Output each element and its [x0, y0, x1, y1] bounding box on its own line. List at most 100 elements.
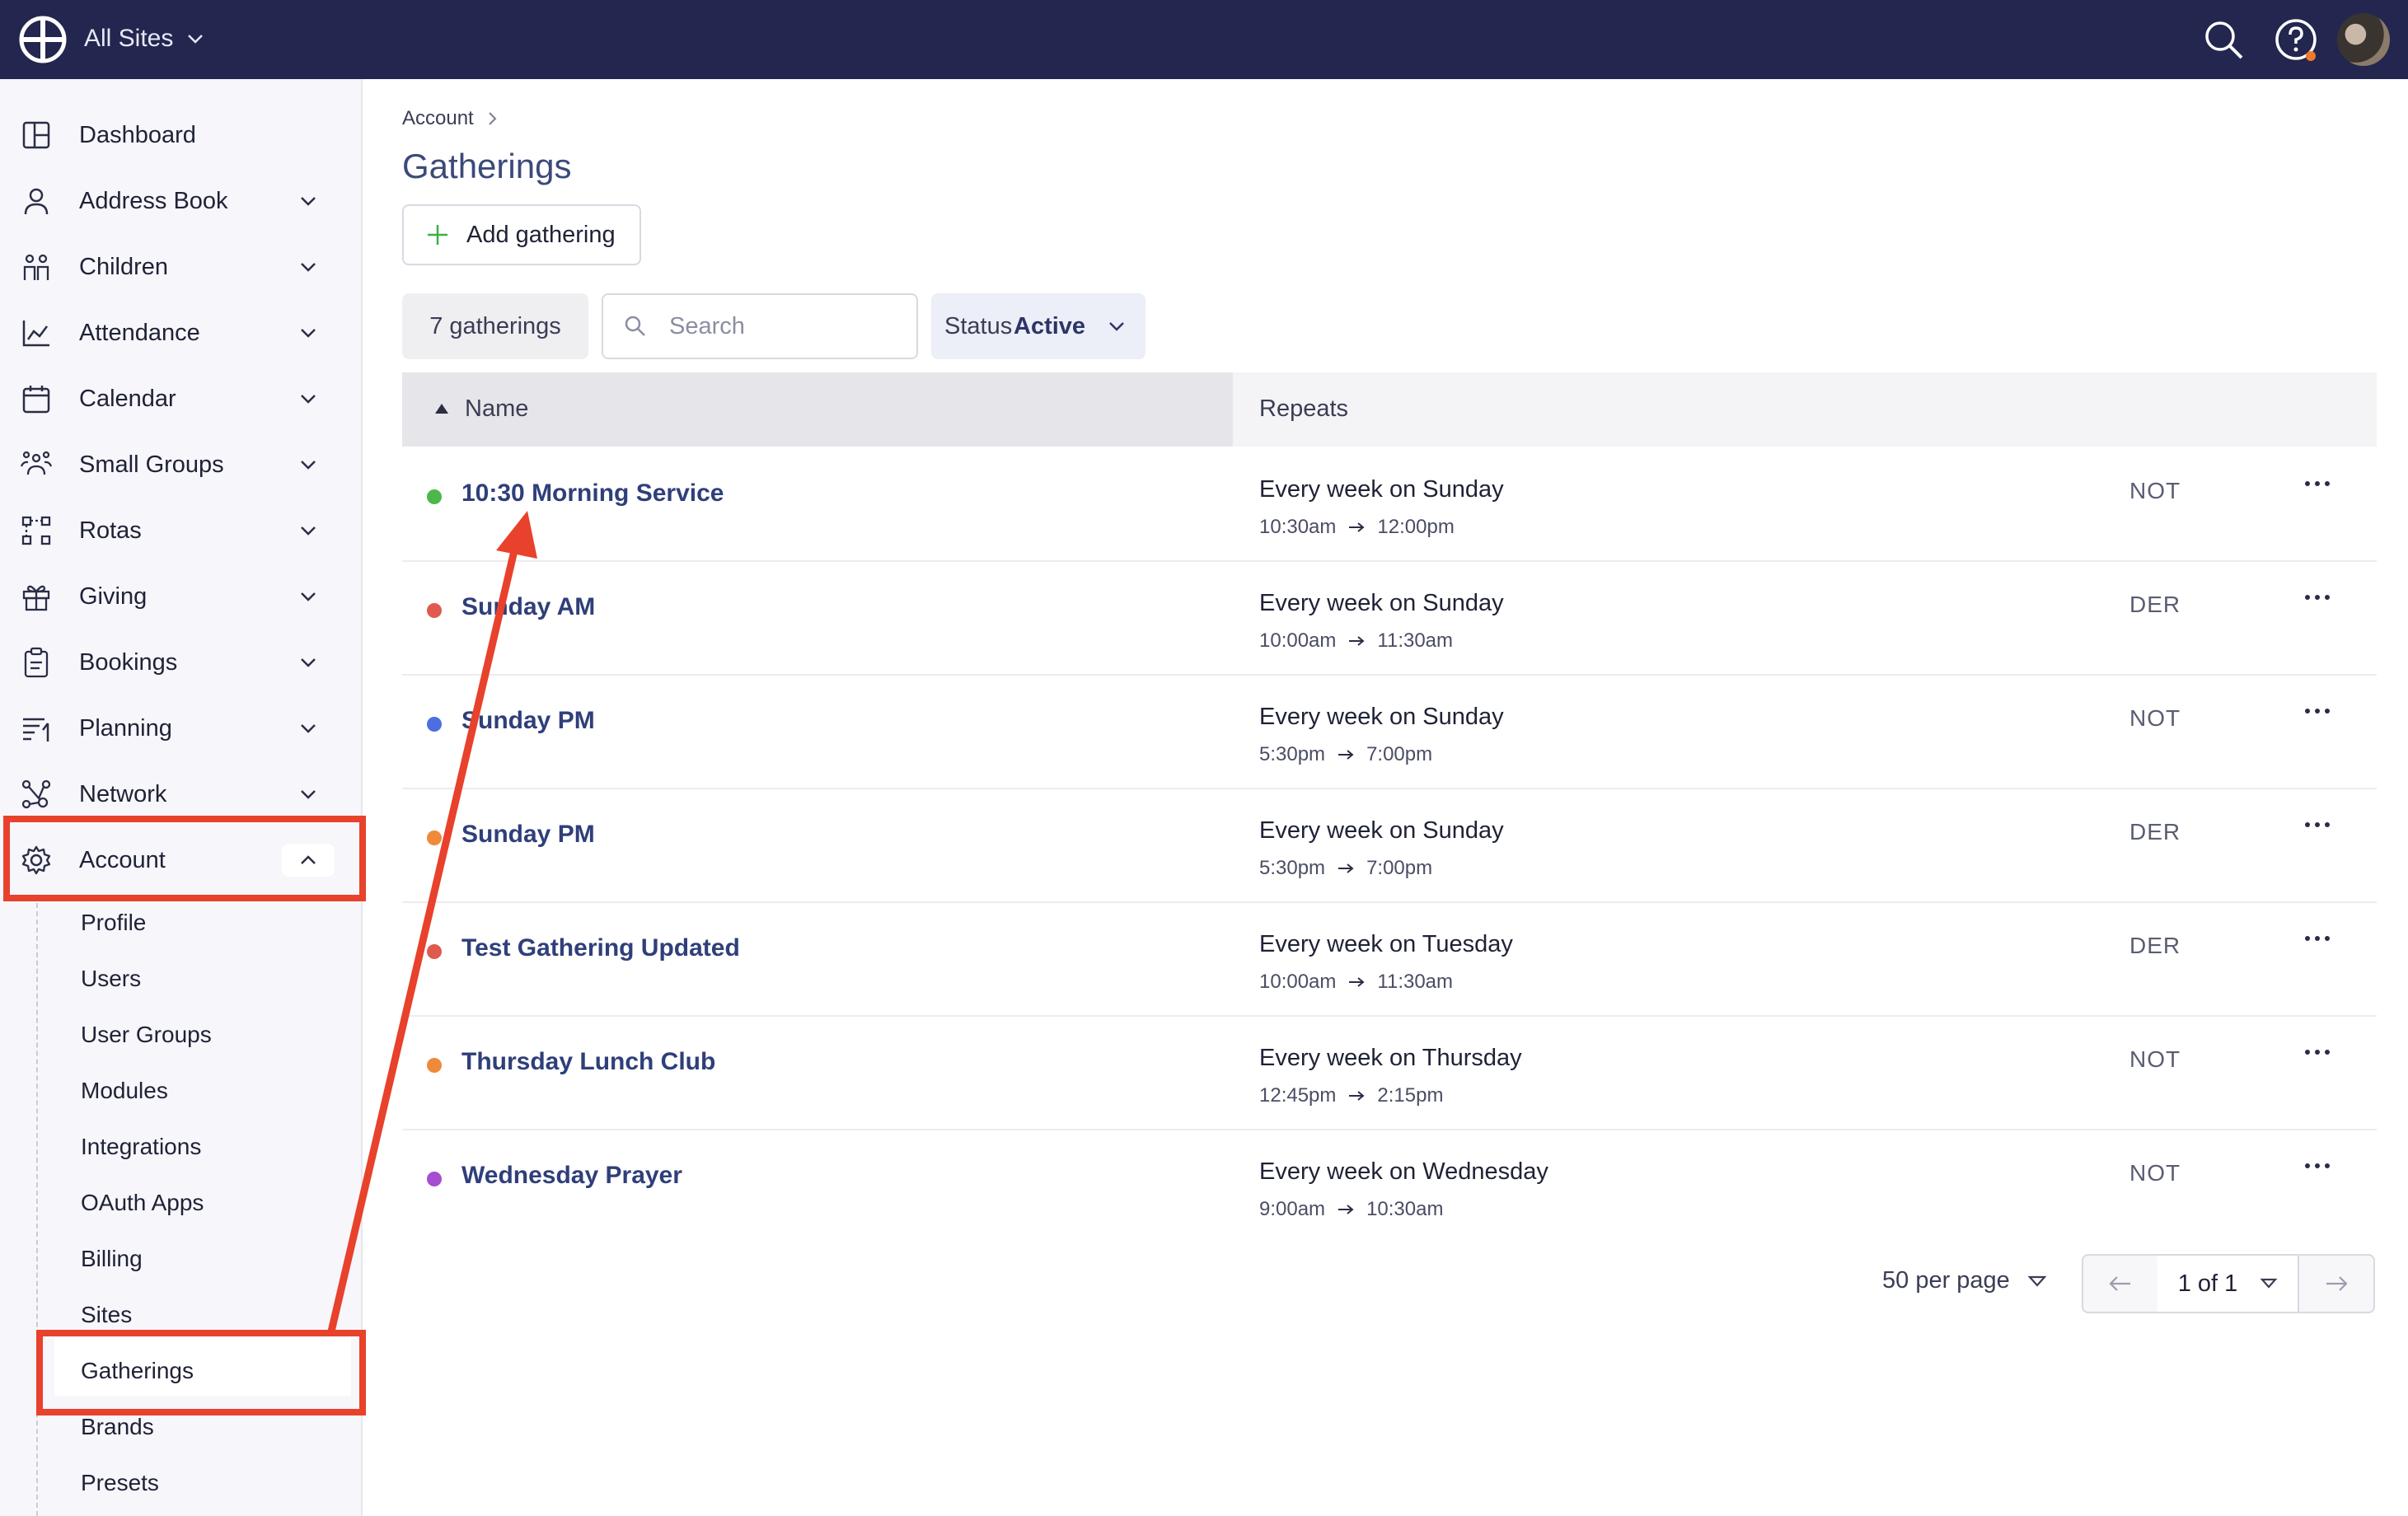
- gathering-name-link[interactable]: Wednesday Prayer: [461, 1162, 682, 1190]
- per-page-select[interactable]: 50 per page: [1882, 1267, 2048, 1294]
- page-indicator: 1 of 1: [2177, 1270, 2238, 1297]
- chevron-down-icon: [188, 35, 204, 44]
- site-switcher-label: All Sites: [84, 25, 174, 52]
- sidebar-item-label: Bookings: [79, 648, 178, 676]
- gathering-name-link[interactable]: Sunday AM: [461, 593, 595, 621]
- sidebar-item-rotas[interactable]: Rotas: [0, 498, 361, 564]
- sidebar-item-dashboard[interactable]: Dashboard: [0, 102, 361, 168]
- sidebar-item-label: Children: [79, 253, 168, 280]
- arrow-right-icon: [1349, 977, 1365, 987]
- submenu-item-profile[interactable]: Profile: [81, 910, 146, 936]
- search-icon[interactable]: [2200, 16, 2246, 63]
- more-options-icon[interactable]: [2298, 1153, 2337, 1178]
- gathering-count: 7 gatherings: [402, 293, 588, 359]
- arrow-right-icon: [1349, 636, 1365, 646]
- sidebar-item-attendance[interactable]: Attendance: [0, 300, 361, 366]
- submenu-item-users[interactable]: Users: [81, 966, 141, 992]
- time-range: 9:00am 10:30am: [1259, 1198, 1443, 1221]
- add-gathering-button[interactable]: Add gathering: [402, 204, 641, 265]
- submenu-item-sites[interactable]: Sites: [81, 1302, 132, 1328]
- logo-icon[interactable]: [18, 15, 68, 64]
- gathering-name-link[interactable]: Test Gathering Updated: [461, 934, 740, 962]
- time-range: 10:00am 11:30am: [1259, 629, 1453, 653]
- site-switcher[interactable]: All Sites: [84, 25, 206, 53]
- submenu-item-oauth-apps[interactable]: OAuth Apps: [81, 1190, 204, 1216]
- chevron-down-icon: [301, 526, 316, 536]
- planning-icon: [23, 718, 49, 742]
- status-filter-value: Active: [1014, 312, 1086, 339]
- gathering-name-link[interactable]: Sunday PM: [461, 821, 595, 849]
- submenu-item-modules[interactable]: Modules: [81, 1078, 168, 1104]
- submenu-item-user-groups[interactable]: User Groups: [81, 1022, 212, 1048]
- table-row: 10:30 Morning Service Every week on Sund…: [402, 447, 2377, 562]
- sidebar-item-label: Attendance: [79, 319, 200, 346]
- search-input[interactable]: Search: [602, 293, 918, 359]
- gathering-name-link[interactable]: 10:30 Morning Service: [461, 480, 724, 508]
- chevron-down-icon: [301, 724, 316, 733]
- more-options-icon[interactable]: [2298, 471, 2337, 496]
- time-range: 10:00am 11:30am: [1259, 971, 1453, 994]
- table-row: Wednesday Prayer Every week on Wednesday…: [402, 1129, 2377, 1242]
- more-options-icon[interactable]: [2298, 812, 2337, 837]
- caret-down-icon: [2260, 1278, 2278, 1289]
- page-select[interactable]: 1 of 1: [2157, 1256, 2299, 1312]
- sidebar-item-children[interactable]: Children: [0, 234, 361, 300]
- status-dot: [427, 1058, 442, 1073]
- name-column-label: Name: [465, 395, 529, 422]
- arrow-right-icon: [1349, 522, 1365, 532]
- status-dot: [427, 1172, 442, 1186]
- status-dot: [427, 831, 442, 845]
- arrow-right-icon: [1349, 1091, 1365, 1101]
- breadcrumb-link[interactable]: Account: [402, 107, 474, 130]
- search-icon: [625, 316, 645, 336]
- submenu-item-brands[interactable]: Brands: [81, 1414, 154, 1440]
- next-page-button[interactable]: [2298, 1256, 2373, 1312]
- repeat-rule: Every week on Tuesday: [1259, 931, 1513, 957]
- breadcrumb: Account: [402, 107, 500, 130]
- search-placeholder: Search: [669, 312, 745, 339]
- start-time: 10:00am: [1259, 971, 1337, 993]
- chevron-right-icon: [489, 112, 497, 125]
- start-time: 10:00am: [1259, 629, 1337, 652]
- submenu-item-billing[interactable]: Billing: [81, 1246, 143, 1272]
- network-icon: [21, 779, 51, 809]
- submenu-item-integrations[interactable]: Integrations: [81, 1134, 201, 1160]
- groups-icon: [20, 451, 53, 475]
- sidebar-item-address-book[interactable]: Address Book: [0, 168, 361, 234]
- repeat-rule: Every week on Sunday: [1259, 590, 1504, 616]
- dashboard-icon: [22, 121, 50, 149]
- sidebar-item-planning[interactable]: Planning: [0, 695, 361, 761]
- more-options-icon[interactable]: [2298, 699, 2337, 723]
- highlight-box-gatherings: [36, 1330, 366, 1415]
- more-options-icon[interactable]: [2298, 585, 2337, 610]
- chevron-down-icon: [301, 329, 316, 338]
- repeats-column-label: Repeats: [1259, 395, 1349, 422]
- gathering-name-link[interactable]: Thursday Lunch Club: [461, 1048, 715, 1076]
- sidebar-item-small-groups[interactable]: Small Groups: [0, 432, 361, 498]
- start-time: 10:30am: [1259, 516, 1337, 538]
- repeat-rule: Every week on Sunday: [1259, 704, 1504, 730]
- table-row: Sunday PM Every week on Sunday 5:30pm 7:0…: [402, 788, 2377, 903]
- sidebar-item-label: Planning: [79, 714, 172, 742]
- table-row: Test Gathering Updated Every week on Tue…: [402, 901, 2377, 1017]
- end-time: 11:30am: [1377, 629, 1454, 652]
- sidebar-item-calendar[interactable]: Calendar: [0, 366, 361, 432]
- sidebar-item-giving[interactable]: Giving: [0, 564, 361, 629]
- name-column-header[interactable]: Name: [402, 372, 1233, 447]
- highlight-box-account: [3, 816, 366, 901]
- arrow-right-icon: [2326, 1276, 2348, 1291]
- more-options-icon[interactable]: [2298, 1040, 2337, 1064]
- chevron-down-icon: [301, 790, 316, 799]
- previous-page-button[interactable]: [2083, 1256, 2159, 1312]
- chevron-down-icon: [301, 395, 316, 404]
- more-options-icon[interactable]: [2298, 926, 2337, 951]
- help-icon[interactable]: [2273, 16, 2319, 63]
- avatar[interactable]: [2337, 13, 2390, 66]
- sidebar-item-bookings[interactable]: Bookings: [0, 629, 361, 695]
- status-filter[interactable]: Status Active: [931, 293, 1145, 359]
- submenu-item-presets[interactable]: Presets: [81, 1470, 159, 1496]
- gathering-name-link[interactable]: Sunday PM: [461, 707, 595, 735]
- start-time: 9:00am: [1259, 1198, 1326, 1220]
- chevron-down-icon: [301, 658, 316, 667]
- children-icon: [23, 254, 49, 280]
